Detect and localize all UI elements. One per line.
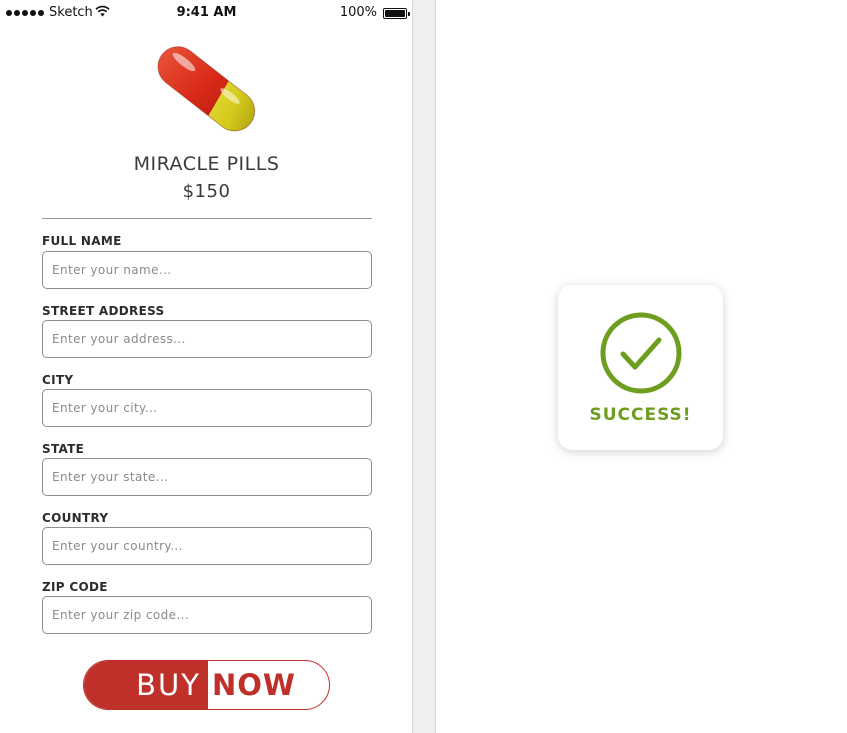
check-circle-icon: [600, 312, 682, 394]
pill-capsule-icon: [150, 38, 260, 134]
divider: [42, 218, 372, 219]
buy-now-button-label-buy: BUY: [84, 661, 208, 709]
city-label: CITY: [42, 373, 74, 387]
state-label: STATE: [42, 442, 85, 456]
product-price: $150: [182, 181, 231, 202]
battery-percentage: 100%: [339, 5, 377, 20]
full-name-input[interactable]: [42, 251, 372, 289]
checkout-screen: Sketch 9:41 AM 100% MIRACLE PILLS $150 F…: [0, 0, 413, 733]
success-screen: SUCCESS!: [435, 0, 847, 733]
street-address-input[interactable]: [42, 320, 372, 358]
country-input[interactable]: [42, 527, 372, 565]
success-dialog: SUCCESS!: [558, 285, 723, 450]
product-name: MIRACLE PILLS: [133, 153, 280, 175]
city-input[interactable]: [42, 389, 372, 427]
zip-code-input[interactable]: [42, 596, 372, 634]
zip-code-label: ZIP CODE: [42, 580, 108, 594]
success-message: SUCCESS!: [589, 405, 692, 425]
full-name-label: FULL NAME: [42, 234, 122, 248]
state-input[interactable]: [42, 458, 372, 496]
buy-now-button-label-now: NOW: [212, 668, 296, 702]
battery-icon: [383, 8, 410, 19]
status-bar: Sketch 9:41 AM 100%: [0, 0, 413, 26]
country-label: COUNTRY: [42, 511, 109, 525]
buy-now-button[interactable]: BUY NOW: [83, 660, 330, 710]
street-address-label: STREET ADDRESS: [42, 304, 165, 318]
